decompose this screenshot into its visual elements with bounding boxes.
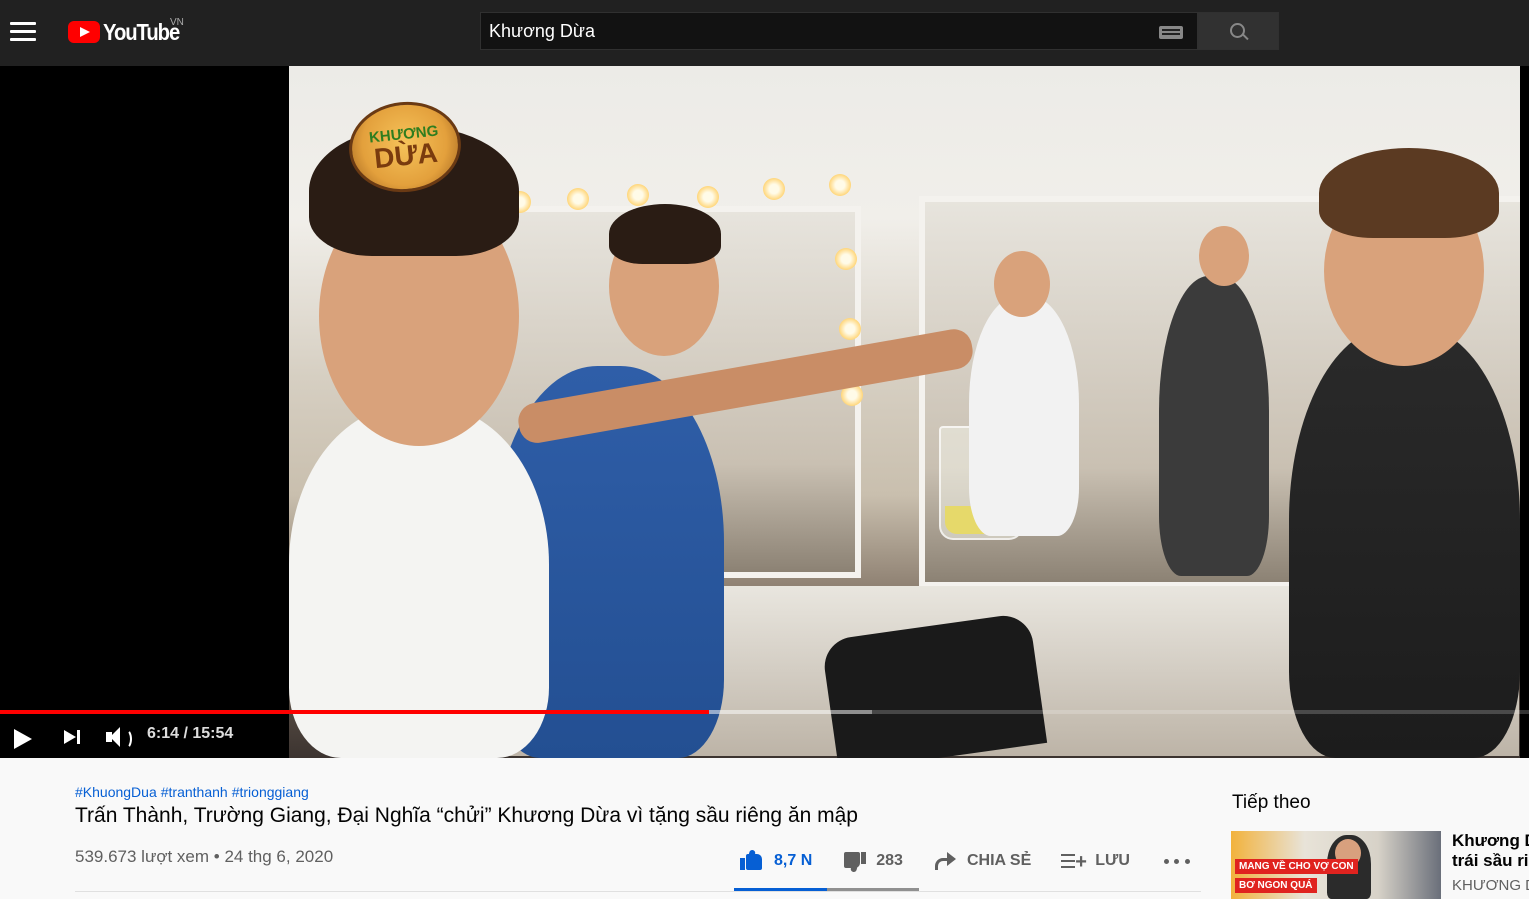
- play-icon[interactable]: [14, 727, 34, 751]
- up-next-title[interactable]: Khương D trái sầu riê: [1452, 831, 1529, 871]
- video-info: #KhuongDua #tranthanh #trionggiang Trấn Th…: [0, 758, 1529, 899]
- light-bulb: [839, 318, 861, 340]
- thumbnail-caption: BƠ NGON QUÁ: [1235, 878, 1317, 893]
- country-code: VN: [170, 17, 184, 28]
- hashtags: #KhuongDua #tranthanh #trionggiang: [75, 784, 313, 800]
- person-white-shirt: [289, 406, 549, 758]
- light-bulb: [763, 178, 785, 200]
- hashtag-link[interactable]: #trionggiang: [232, 784, 309, 800]
- next-icon[interactable]: [64, 728, 84, 748]
- dislike-count: 283: [876, 852, 903, 869]
- person-floral-jacket: [1289, 326, 1520, 758]
- light-bulb: [697, 186, 719, 208]
- up-next-label: Tiếp theo: [1232, 792, 1311, 813]
- person-face: [1199, 226, 1249, 286]
- search-box: [480, 12, 1198, 50]
- like-button[interactable]: 8,7 N: [740, 849, 813, 872]
- video-title: Trấn Thành, Trường Giang, Đại Nghĩa “chử…: [75, 804, 858, 827]
- dislike-button[interactable]: 283: [842, 850, 903, 873]
- progress-played: [0, 710, 709, 714]
- playlist-add-icon: [1061, 850, 1087, 872]
- share-button[interactable]: CHIA SẺ: [933, 850, 1031, 872]
- menu-icon[interactable]: [10, 19, 36, 43]
- up-next-channel[interactable]: KHƯƠNG D: [1452, 877, 1529, 894]
- light-bulb: [567, 188, 589, 210]
- thumbnail-caption: MANG VỀ CHO VỢ CON: [1235, 859, 1358, 874]
- divider: [75, 891, 1201, 892]
- person-reflection: [969, 296, 1079, 536]
- keyboard-icon[interactable]: [1159, 26, 1183, 39]
- light-bulb: [835, 248, 857, 270]
- video-player[interactable]: KHƯƠNG DỪA 6:14 / 15:54: [0, 66, 1529, 758]
- search-icon: [1230, 23, 1245, 38]
- video-frame[interactable]: KHƯƠNG DỪA: [289, 66, 1520, 758]
- youtube-play-icon: [68, 21, 100, 43]
- video-actions: 8,7 N 283 CHIA SẺ LƯU: [740, 846, 1190, 876]
- hashtag-link[interactable]: #KhuongDua: [75, 784, 157, 800]
- logo-text: YouTube: [103, 18, 180, 45]
- person-face: [994, 251, 1050, 317]
- person-hair: [1319, 148, 1499, 238]
- person-hair: [609, 204, 721, 264]
- search-button[interactable]: [1198, 12, 1279, 50]
- thumbs-up-icon: [740, 849, 764, 872]
- save-button[interactable]: LƯU: [1061, 850, 1130, 872]
- save-label: LƯU: [1095, 852, 1130, 869]
- view-count-date: 539.673 lượt xem • 24 thg 6, 2020: [75, 847, 334, 866]
- search-input[interactable]: [481, 13, 1157, 49]
- up-next-title-line: Khương D: [1452, 831, 1529, 850]
- time-display: 6:14 / 15:54: [147, 725, 234, 742]
- up-next-thumbnail[interactable]: MANG VỀ CHO VỢ CON BƠ NGON QUÁ: [1231, 831, 1441, 899]
- thumbs-down-icon: [842, 850, 867, 873]
- up-next-video[interactable]: MANG VỀ CHO VỢ CON BƠ NGON QUÁ Khương D …: [1231, 831, 1529, 899]
- like-count: 8,7 N: [774, 852, 813, 869]
- share-label: CHIA SẺ: [966, 852, 1032, 869]
- person-reflection: [1159, 276, 1269, 576]
- progress-bar[interactable]: [0, 710, 1529, 714]
- share-icon: [933, 850, 957, 872]
- light-bulb: [829, 174, 851, 196]
- masthead: YouTube VN: [0, 0, 1529, 66]
- volume-icon[interactable]: [106, 726, 132, 749]
- up-next-title-line: trái sầu riê: [1452, 851, 1529, 870]
- light-bulb: [627, 184, 649, 206]
- more-icon[interactable]: [1163, 856, 1190, 866]
- hashtag-link[interactable]: #tranthanh: [161, 784, 228, 800]
- brand-logo-bottom: DỪA: [372, 136, 440, 174]
